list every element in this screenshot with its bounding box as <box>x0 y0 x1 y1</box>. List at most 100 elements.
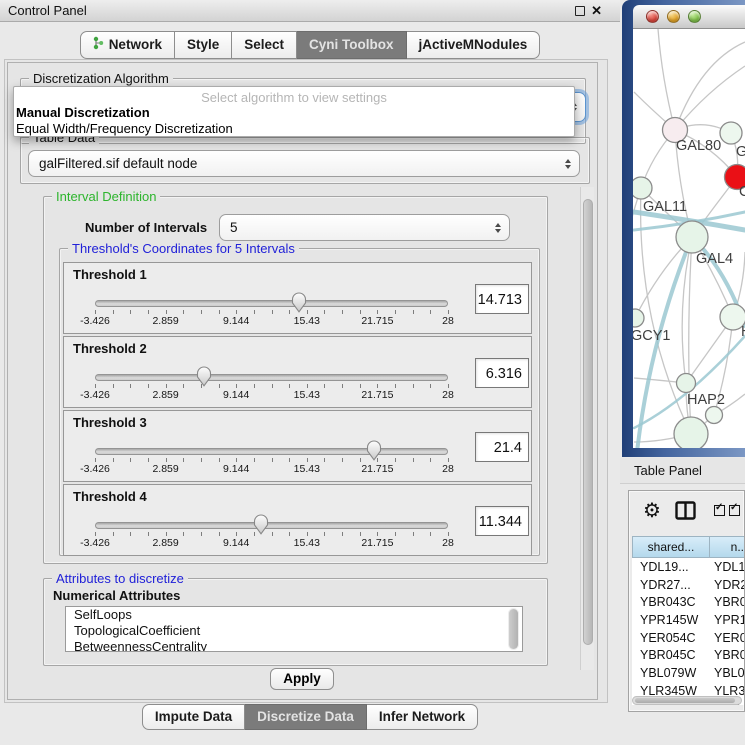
close-traffic-light-icon[interactable] <box>646 10 659 23</box>
scrollbar-thumb[interactable] <box>635 698 735 703</box>
slider-tick <box>307 310 308 314</box>
zoom-traffic-light-icon[interactable] <box>688 10 701 23</box>
table-cell: YBR043C <box>632 595 709 609</box>
slider-tick <box>307 458 308 462</box>
minimize-traffic-light-icon[interactable] <box>667 10 680 23</box>
tab-label: jActiveMNodules <box>419 37 528 52</box>
settings-vertical-scrollbar[interactable] <box>580 187 594 670</box>
slider-thumb[interactable] <box>291 292 307 313</box>
apply-button[interactable]: Apply <box>270 668 334 690</box>
slider-tick <box>113 532 114 536</box>
slider-tick <box>148 310 149 314</box>
network-node[interactable] <box>633 309 644 327</box>
table-row[interactable]: YDL19...YDL1 <box>632 558 744 576</box>
slider-tick <box>166 532 167 536</box>
table-row[interactable]: YBR043CYBR0 <box>632 593 744 611</box>
tab-select[interactable]: Select <box>232 31 297 59</box>
table-cell: YDL19... <box>632 560 709 574</box>
slider-tick <box>377 384 378 388</box>
slider-tick <box>430 384 431 388</box>
tab-discretize-data[interactable]: Discretize Data <box>245 704 367 730</box>
table-panel-titlebar: Table Panel <box>620 458 745 484</box>
slider-track[interactable] <box>95 522 448 529</box>
slider-tick-label: 15.43 <box>294 315 320 327</box>
close-icon[interactable]: ✕ <box>591 6 602 16</box>
float-window-icon[interactable] <box>575 6 585 16</box>
threshold-label: Threshold 1 <box>73 267 147 282</box>
threshold-value-field[interactable]: 14.713 <box>475 284 529 314</box>
attribute-list-item[interactable]: SelfLoops <box>66 607 522 623</box>
slider-tick-label: 2.859 <box>152 315 178 327</box>
network-window-titlebar[interactable] <box>633 5 745 29</box>
slider-tick <box>254 310 255 314</box>
threshold-value-field[interactable]: 6.316 <box>475 358 529 388</box>
attributes-group-title: Attributes to discretize <box>52 571 188 586</box>
slider-thumb[interactable] <box>253 514 269 535</box>
tab-network[interactable]: Network <box>80 31 175 59</box>
scrollbar-thumb[interactable] <box>509 609 518 649</box>
attribute-list-item[interactable]: BetweennessCentrality <box>66 639 522 652</box>
network-view-window: GAL80GCGAL11GAL4GCY1HHAP2 <box>622 0 745 457</box>
slider-tick <box>166 458 167 462</box>
table-column-header[interactable]: shared... <box>632 536 709 558</box>
slider-tick <box>360 384 361 388</box>
tab-cyni-toolbox[interactable]: Cyni Toolbox <box>297 31 407 59</box>
algorithm-option[interactable]: Equal Width/Frequency Discretization <box>14 121 574 137</box>
slider-tick-label: 28 <box>442 463 454 475</box>
slider-thumb[interactable] <box>366 440 382 461</box>
numerical-attributes-list[interactable]: SelfLoopsTopologicalCoefficientBetweenne… <box>65 606 523 652</box>
scrollbar-thumb[interactable] <box>583 199 593 645</box>
slider-tick <box>430 532 431 536</box>
network-canvas[interactable]: GAL80GCGAL11GAL4GCY1HHAP2 <box>633 29 745 448</box>
split-columns-icon[interactable] <box>675 501 696 525</box>
table-cell: YER0 <box>709 631 744 645</box>
network-node[interactable] <box>674 417 708 448</box>
tab-label: Impute Data <box>155 709 232 724</box>
slider-track[interactable] <box>95 448 448 455</box>
network-node[interactable] <box>706 407 723 424</box>
table-row[interactable]: YBR045CYBR0 <box>632 646 744 664</box>
table-row[interactable]: YBL079WYBL0 <box>632 664 744 682</box>
table-row[interactable]: YDR27...YDR2 <box>632 576 744 594</box>
tab-infer-network[interactable]: Infer Network <box>367 704 478 730</box>
network-node[interactable] <box>633 177 652 199</box>
threshold-value-field[interactable]: 21.4 <box>475 432 529 462</box>
table-row[interactable]: YPR145WYPR1 <box>632 611 744 629</box>
slider-tick <box>113 310 114 314</box>
table-row[interactable]: YER054CYER0 <box>632 629 744 647</box>
algorithm-option[interactable]: Manual Discretization <box>14 105 574 121</box>
tab-jactivemnodules[interactable]: jActiveMNodules <box>407 31 541 59</box>
table-column-header[interactable]: n... <box>709 536 744 558</box>
algorithm-dropdown-popup: Select algorithm to view settings Manual… <box>13 86 575 137</box>
network-edge <box>658 29 675 130</box>
slider-track[interactable] <box>95 300 448 307</box>
slider-tick <box>342 532 343 536</box>
network-node[interactable] <box>676 221 708 253</box>
network-node[interactable] <box>720 122 742 144</box>
table-horizontal-scrollbar[interactable] <box>632 696 742 705</box>
gear-icon[interactable]: ⚙ <box>643 498 661 524</box>
tab-style[interactable]: Style <box>175 31 232 59</box>
tab-impute-data[interactable]: Impute Data <box>142 704 245 730</box>
checkbox-icon[interactable]: ✓ <box>729 505 740 516</box>
slider-thumb[interactable] <box>196 366 212 387</box>
network-node-label: GAL80 <box>676 138 721 154</box>
bottom-tab-bar: Impute Data Discretize DataInfer Network <box>0 704 620 730</box>
slider-tick-label: 2.859 <box>152 389 178 401</box>
network-node-label: GCY1 <box>633 328 671 344</box>
slider-tick-label: 28 <box>442 389 454 401</box>
checkbox-icon[interactable]: ✓ <box>714 505 725 516</box>
slider-tick <box>148 384 149 388</box>
attribute-list-item[interactable]: TopologicalCoefficient <box>66 623 522 639</box>
slider-tick <box>395 310 396 314</box>
network-node[interactable] <box>677 374 696 393</box>
threshold-value-field[interactable]: 11.344 <box>475 506 529 536</box>
slider-tick <box>413 384 414 388</box>
num-intervals-combobox[interactable]: 5 <box>219 214 510 241</box>
slider-track[interactable] <box>95 374 448 381</box>
network-graph[interactable]: GAL80GCGAL11GAL4GCY1HHAP2 <box>633 29 745 448</box>
table-data-combobox[interactable]: galFiltered.sif default node <box>28 150 580 177</box>
attributes-list-scrollbar[interactable] <box>508 608 519 650</box>
slider-tick <box>219 384 220 388</box>
slider-tick <box>448 532 449 536</box>
